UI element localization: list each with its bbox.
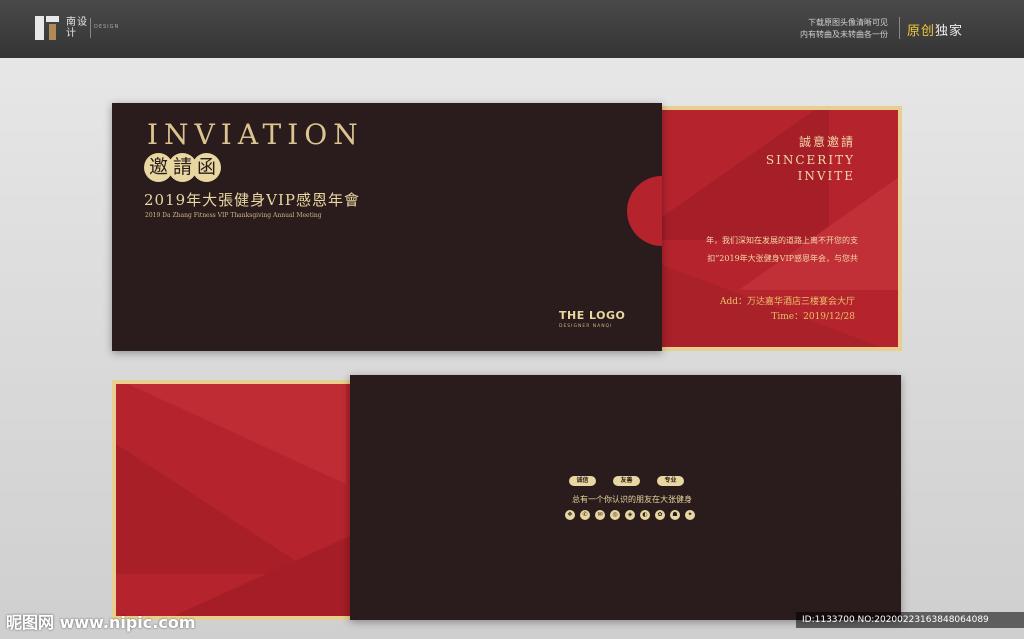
body-line1: 年，我们深知在发展的道路上离不开您的支	[706, 236, 858, 245]
watermark-site: 昵图网 www.nipic.com	[6, 613, 196, 632]
brand-divider	[90, 18, 91, 38]
body-line2: 扣”2019年大张健身VIP感恩年会，与您共	[707, 254, 858, 263]
brand-logo-icon	[35, 16, 59, 40]
invitation-title: INVIATION	[147, 118, 364, 151]
event-details: Add：万达嘉华酒店三楼宴会大厅 Time：2019/12/28	[690, 295, 855, 325]
sincere-en-line1: SINCERITY	[765, 153, 855, 167]
service-icon: ◐	[640, 510, 650, 520]
invitation-body-text: 年，我们深知在发展的道路上离不开您的支 扣”2019年大张健身VIP感恩年会，与…	[662, 232, 858, 268]
logo-subtitle: DESIGNER NANQI	[559, 324, 613, 329]
header-divider	[899, 17, 900, 39]
exclusive-label: 独家	[935, 24, 964, 39]
seal-char: 函	[192, 153, 221, 182]
download-note-line1: 下载原图头像清晰可见	[808, 18, 888, 27]
event-address: Add：万达嘉华酒店三楼宴会大厅	[719, 297, 855, 307]
card-cutout	[627, 176, 662, 246]
invitation-back-red-card	[112, 380, 357, 620]
sincere-en-line2: INVITE	[797, 169, 855, 183]
service-icon: ✆	[580, 510, 590, 520]
service-icon: ◈	[625, 510, 635, 520]
original-label: 原创	[907, 24, 936, 39]
sincere-invite-en: SINCERITY INVITE	[740, 152, 855, 184]
event-name-en: 2019 Da Zhang Fitness VIP Thanksgiving A…	[145, 212, 322, 219]
service-icon: ☗	[670, 510, 680, 520]
event-name-cn: 2019年大張健身VIP感恩年會	[144, 191, 361, 209]
brand-name: 南设计	[66, 17, 88, 39]
value-tags: 诚信 友善 专业	[569, 476, 695, 488]
watermark-id: ID:1133700 NO:20200223163848064089	[796, 612, 1024, 628]
slogan-text: 总有一个你认识的朋友在大张健身	[572, 495, 692, 504]
service-icon: ❖	[565, 510, 575, 520]
original-exclusive-label: 原创独家	[907, 20, 963, 39]
service-icon: ✉	[595, 510, 605, 520]
tag-badge: 诚信	[569, 476, 596, 486]
service-icon: ◎	[610, 510, 620, 520]
bg-facet	[156, 524, 353, 616]
top-bar: 南设计 DESIGN 下载原图头像清晰可见 内有转曲及未转曲各一份 原创独家	[0, 0, 1024, 58]
service-icon: ✿	[655, 510, 665, 520]
tag-badge: 友善	[613, 476, 640, 486]
brand-subtitle: DESIGN	[94, 24, 120, 30]
download-note: 下载原图头像清晰可见 内有转曲及未转曲各一份	[800, 17, 888, 41]
sincere-invite-cn: 誠意邀請	[798, 135, 855, 149]
service-icons: ❖ ✆ ✉ ◎ ◈ ◐ ✿ ☗ ✦	[565, 510, 695, 522]
download-note-line2: 内有转曲及未转曲各一份	[800, 30, 888, 39]
event-time: Time：2019/12/28	[771, 312, 855, 322]
tag-badge: 专业	[657, 476, 684, 486]
service-icon: ✦	[685, 510, 695, 520]
logo-text: THE LOGO	[559, 309, 626, 322]
